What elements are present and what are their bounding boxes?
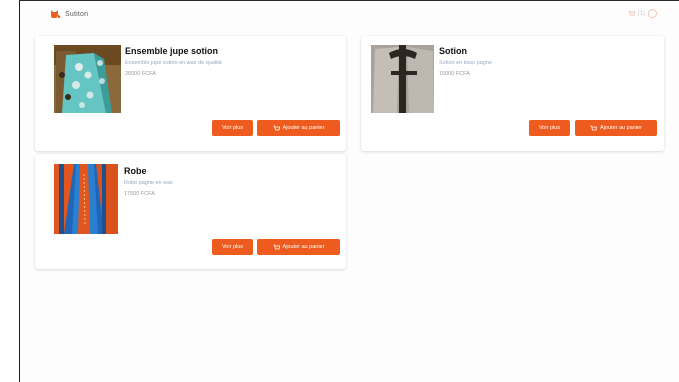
product-image[interactable]: [371, 45, 434, 113]
product-image[interactable]: [54, 45, 121, 113]
product-price: 15000 FCFA: [439, 71, 470, 77]
cat-logo-icon: [51, 10, 61, 18]
product-image[interactable]: [54, 164, 118, 234]
product-description: Robe pagne en wax: [124, 180, 173, 186]
cart-icon: [590, 125, 598, 130]
add-to-cart-label: Ajouter au panier: [282, 125, 325, 131]
add-to-cart-label: Ajouter au panier: [282, 244, 325, 250]
product-description: Ensemble jupe sotion en wax de qualité: [125, 60, 222, 66]
product-title: Sotion: [439, 46, 467, 56]
view-more-button[interactable]: Voir plus: [212, 239, 253, 255]
product-title: Ensemble jupe sotion: [125, 46, 219, 56]
view-more-button[interactable]: Voir plus: [529, 120, 570, 136]
product-card: Robe Robe pagne en wax 17500 FCFA Voir p…: [35, 154, 346, 269]
add-to-cart-label: Ajouter au panier: [600, 125, 642, 131]
add-to-cart-button[interactable]: Ajouter au panier: [257, 239, 340, 255]
cart-icon: [628, 10, 635, 16]
product-price: 17500 FCFA: [124, 191, 155, 197]
cart-button[interactable]: (1): [628, 9, 657, 18]
brand-logo[interactable]: Sutiton: [50, 8, 88, 20]
view-more-label: Voir plus: [221, 244, 244, 250]
view-more-label: Voir plus: [538, 125, 561, 131]
product-card: Ensemble jupe sotion Ensemble jupe sotio…: [35, 36, 346, 151]
view-more-label: Voir plus: [221, 125, 244, 131]
cart-icon: [273, 244, 280, 249]
cart-count: (1): [637, 10, 645, 17]
add-to-cart-button[interactable]: Ajouter au panier: [257, 120, 340, 136]
brand-name: Sutiton: [65, 10, 89, 18]
product-title: Robe: [124, 166, 147, 176]
add-to-cart-button[interactable]: Ajouter au panier: [575, 120, 657, 136]
product-description: Sotion en tissu pagne: [439, 60, 492, 66]
view-more-button[interactable]: Voir plus: [212, 120, 253, 136]
cart-icon: [273, 125, 280, 130]
product-price: 25000 FCFA: [125, 71, 156, 77]
product-card: Sotion Sotion en tissu pagne 15000 FCFA …: [361, 36, 664, 151]
app-root: Sutiton (1) Ensemble jupe sotion Ensembl…: [20, 1, 679, 382]
cart-badge: [648, 9, 657, 18]
